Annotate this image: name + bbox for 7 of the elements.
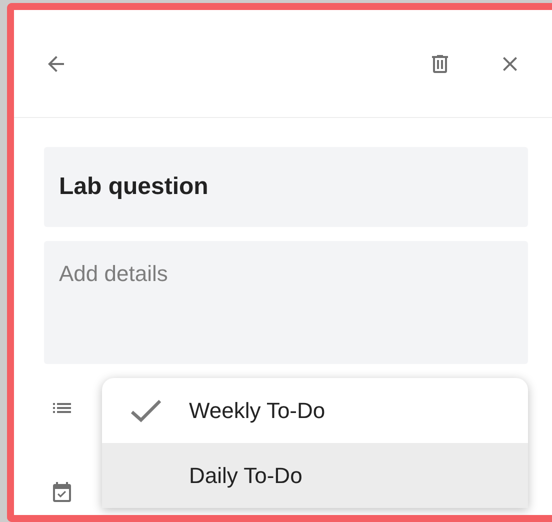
menu-item-label: Daily To-Do [189, 462, 302, 488]
menu-item-label: Weekly To-Do [189, 398, 326, 424]
calendar-icon [50, 480, 74, 504]
menu-item[interactable]: Weekly To-Do [102, 378, 528, 443]
menu-item[interactable]: Daily To-Do [102, 443, 528, 508]
title-field[interactable]: Lab question [44, 147, 528, 227]
details-field[interactable]: Add details [44, 241, 528, 364]
